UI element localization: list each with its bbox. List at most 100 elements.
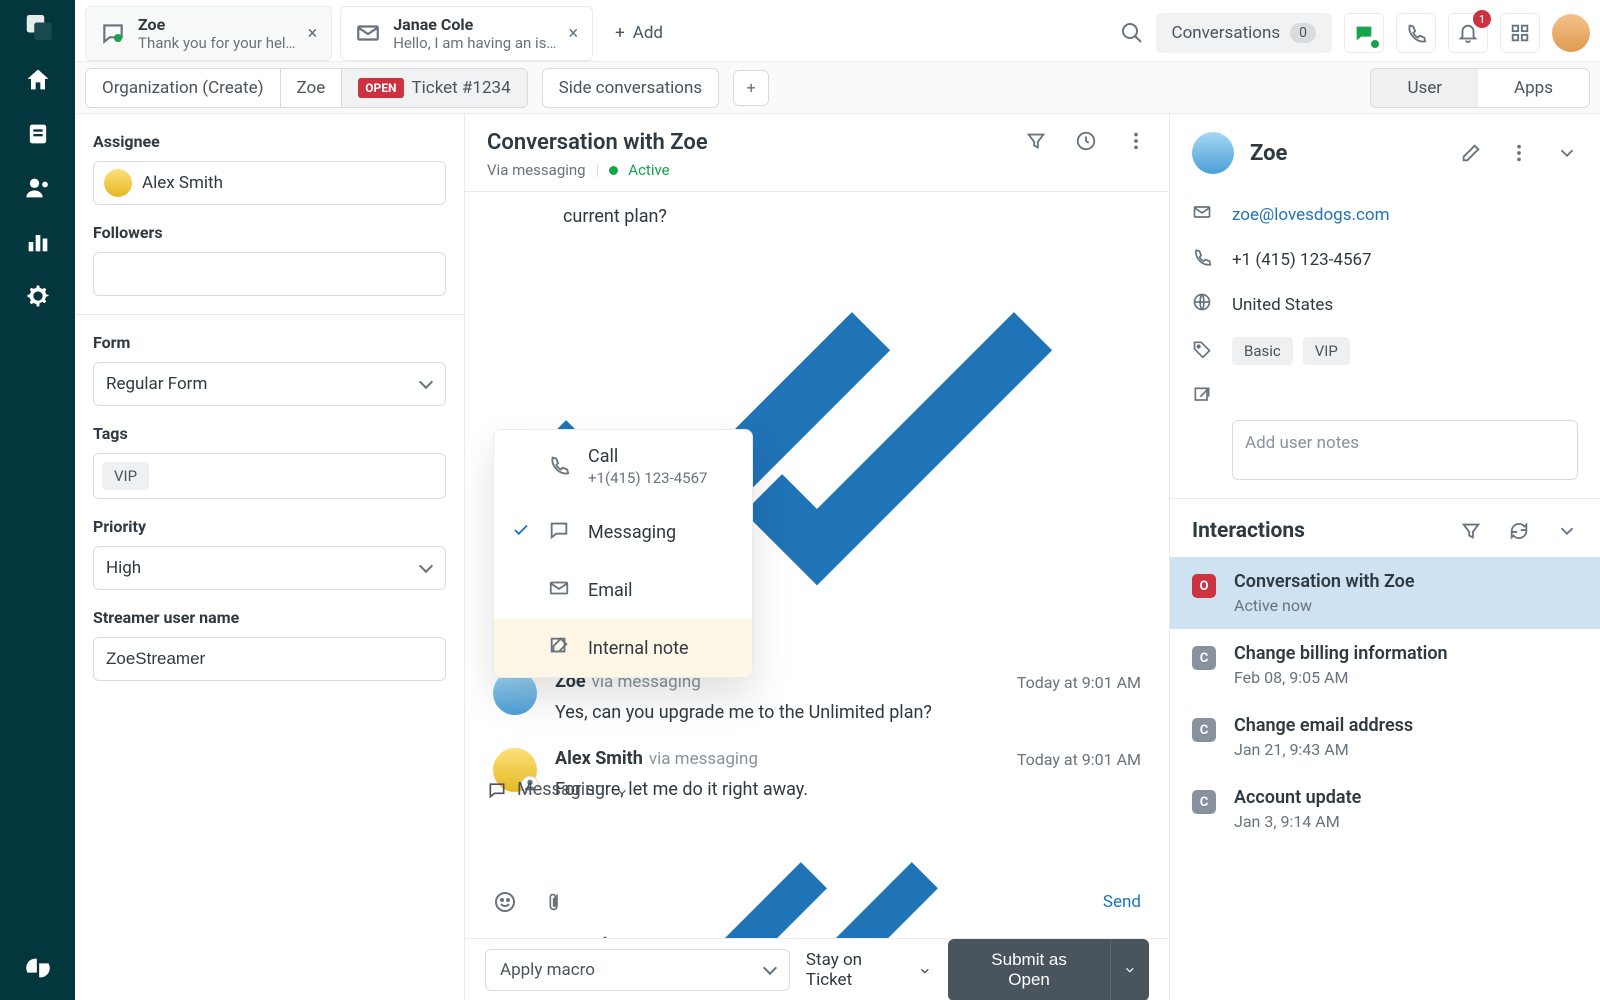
followers-label: Followers xyxy=(93,223,446,242)
tags-label: Tags xyxy=(93,424,446,443)
more-icon[interactable] xyxy=(1508,142,1530,164)
crumb-user[interactable]: Zoe xyxy=(281,69,343,107)
stay-on-ticket[interactable]: Stay on Ticket xyxy=(806,950,932,990)
channel-label: Call xyxy=(588,446,707,467)
attachment-icon[interactable] xyxy=(547,890,567,914)
more-icon[interactable] xyxy=(1125,130,1147,152)
history-icon[interactable] xyxy=(1075,130,1097,152)
composer-toolbar: Send xyxy=(465,874,1169,930)
streamer-input[interactable] xyxy=(93,637,446,681)
streamer-label: Streamer user name xyxy=(93,608,446,627)
close-icon[interactable]: × xyxy=(308,23,318,44)
emoji-icon[interactable] xyxy=(493,890,517,914)
chevron-down-icon[interactable] xyxy=(1556,142,1578,164)
channel-call[interactable]: Call +1(415) 123-4567 xyxy=(494,430,752,503)
crumb-ticket[interactable]: OPEN Ticket #1234 xyxy=(342,69,526,107)
via-label: Via messaging xyxy=(487,161,586,179)
tab-janae[interactable]: Janae Cole Hello, I am having an is… × xyxy=(340,6,593,61)
ticket-form-panel: Assignee Alex Smith Followers Form Regul… xyxy=(75,114,465,1000)
tag-icon xyxy=(1192,339,1212,364)
close-icon[interactable]: × xyxy=(568,23,578,44)
plus-icon: + xyxy=(615,23,625,43)
refresh-icon[interactable] xyxy=(1508,520,1530,542)
message-partial: current plan? xyxy=(493,206,1141,227)
message-text: Yes, can you upgrade me to the Unlimited… xyxy=(555,700,999,725)
submit-button[interactable]: Submit as Open xyxy=(948,939,1111,1000)
filter-icon[interactable] xyxy=(1025,130,1047,152)
chevron-down-icon xyxy=(918,963,932,977)
mail-icon xyxy=(1192,202,1212,227)
chevron-down-icon xyxy=(615,783,629,797)
chat-status-button[interactable] xyxy=(1344,13,1384,53)
chart-icon[interactable] xyxy=(24,228,52,256)
channel-email[interactable]: Email xyxy=(494,561,752,619)
globe-icon xyxy=(1192,292,1212,317)
home-icon[interactable] xyxy=(24,66,52,94)
apps-button[interactable] xyxy=(1500,13,1540,53)
form-label: Form xyxy=(93,333,446,352)
status-badge: C xyxy=(1192,718,1216,742)
active-dot-icon xyxy=(609,166,618,175)
edit-icon[interactable] xyxy=(1460,142,1482,164)
notif-badge: 1 xyxy=(1473,10,1491,28)
add-side-conv-button[interactable]: + xyxy=(733,70,769,106)
add-tab[interactable]: + Add xyxy=(601,13,677,53)
phone-status-button[interactable] xyxy=(1396,13,1436,53)
notifications-button[interactable]: 1 xyxy=(1448,13,1488,53)
channel-internal-note[interactable]: Internal note xyxy=(494,619,752,677)
interaction-label: Change billing information xyxy=(1234,643,1448,664)
users-icon[interactable] xyxy=(24,174,52,202)
footer-bar: Apply macro Stay on Ticket Submit as Ope… xyxy=(465,938,1169,1000)
filter-icon[interactable] xyxy=(1460,520,1482,542)
chat-icon xyxy=(100,20,126,46)
interaction-item[interactable]: O Conversation with ZoeActive now xyxy=(1170,557,1600,629)
conversation-panel: Conversation with Zoe Via messaging | Ac… xyxy=(465,114,1170,1000)
zendesk-icon[interactable] xyxy=(24,954,52,982)
followers-input[interactable] xyxy=(93,252,446,296)
conversations-pill[interactable]: Conversations 0 xyxy=(1156,13,1333,53)
interaction-item[interactable]: C Change billing informationFeb 08, 9:05… xyxy=(1170,629,1600,701)
interaction-label: Account update xyxy=(1234,787,1361,808)
tag-chip: Basic xyxy=(1232,337,1293,365)
tab-apps[interactable]: Apps xyxy=(1478,69,1589,107)
form-select[interactable]: Regular Form xyxy=(93,362,446,406)
assignee-field[interactable]: Alex Smith xyxy=(93,161,446,205)
interaction-sub: Active now xyxy=(1234,596,1415,615)
interaction-item[interactable]: C Change email addressJan 21, 9:43 AM xyxy=(1170,701,1600,773)
message-time: Today at 9:01 AM xyxy=(1017,748,1141,769)
open-badge: OPEN xyxy=(358,78,403,98)
breadcrumb-bar: Organization (Create) Zoe OPEN Ticket #1… xyxy=(75,62,1600,114)
interaction-item[interactable]: C Account updateJan 3, 9:14 AM xyxy=(1170,773,1600,845)
channel-messaging[interactable]: Messaging xyxy=(494,503,752,561)
chevron-down-icon[interactable] xyxy=(1556,520,1578,542)
tag-chip: VIP xyxy=(102,462,149,490)
priority-select[interactable]: High xyxy=(93,546,446,590)
tags-input[interactable]: VIP xyxy=(93,453,446,499)
external-icon xyxy=(1192,385,1212,410)
submit-caret[interactable] xyxy=(1110,939,1149,1000)
chat-icon xyxy=(487,780,507,800)
macro-select[interactable]: Apply macro xyxy=(485,949,790,991)
interaction-label: Change email address xyxy=(1234,715,1413,736)
doc-icon[interactable] xyxy=(24,120,52,148)
priority-label: Priority xyxy=(93,517,446,536)
tab-zoe[interactable]: Zoe Thank you for your hel… × xyxy=(85,6,332,61)
gear-icon[interactable] xyxy=(24,282,52,310)
search-icon[interactable] xyxy=(1120,21,1144,45)
side-conversations-button[interactable]: Side conversations xyxy=(542,68,720,108)
user-email[interactable]: zoe@lovesdogs.com xyxy=(1232,205,1389,225)
status-badge: O xyxy=(1192,574,1216,598)
composer-channel-selector[interactable]: Messaging xyxy=(487,779,629,800)
user-notes-input[interactable]: Add user notes xyxy=(1232,420,1578,480)
channel-label: Email xyxy=(588,580,633,601)
user-avatar[interactable] xyxy=(1552,14,1590,52)
note-icon xyxy=(548,635,570,661)
message-author: Alex Smith xyxy=(555,748,643,769)
channel-sub: +1(415) 123-4567 xyxy=(588,469,707,487)
message-via: via messaging xyxy=(649,749,758,769)
tab-subtitle: Thank you for your hel… xyxy=(138,34,296,52)
top-tabs: Zoe Thank you for your hel… × Janae Cole… xyxy=(75,0,1600,62)
tab-user[interactable]: User xyxy=(1371,69,1478,107)
crumb-org[interactable]: Organization (Create) xyxy=(86,69,281,107)
send-button[interactable]: Send xyxy=(1103,892,1141,912)
